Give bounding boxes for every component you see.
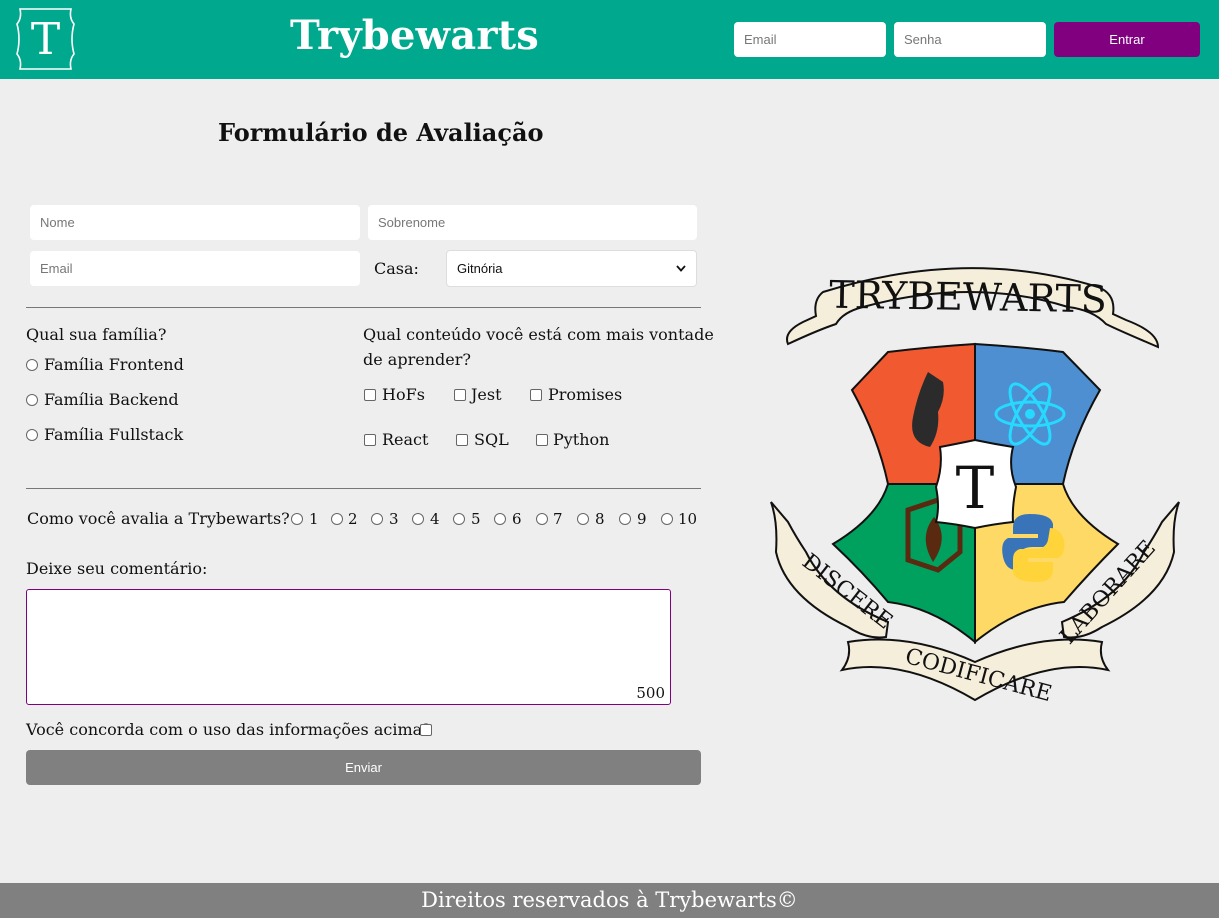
rating-radio-4[interactable] [412,513,424,525]
rating-radio-3[interactable] [371,513,383,525]
rating-label-3: 3 [389,510,399,528]
rating-label-9: 9 [637,510,647,528]
python-checkbox[interactable] [536,434,548,446]
python-label: Python [553,430,610,449]
agreement-checkbox[interactable] [420,724,432,736]
login-email-input[interactable] [734,22,886,57]
char-counter: 500 [636,684,665,702]
divider [26,307,701,308]
rating-label-7: 7 [553,510,563,528]
family-fullstack-radio[interactable] [26,429,38,441]
crest-letter: T [956,454,995,522]
rating-label-2: 2 [348,510,358,528]
comment-textarea[interactable]: 500 [26,589,671,705]
house-label: Casa: [374,259,419,278]
family-question: Qual sua família? [26,325,167,344]
rating-radio-9[interactable] [619,513,631,525]
hofs-label: HoFs [382,385,425,404]
rating-radio-10[interactable] [661,513,673,525]
agreement-label: Você concorda com o uso das informações … [26,720,431,739]
rating-radio-7[interactable] [536,513,548,525]
rating-label-6: 6 [512,510,522,528]
login-button[interactable]: Entrar [1054,22,1200,57]
promises-checkbox[interactable] [530,389,542,401]
form-title: Formulário de Avaliação [218,118,544,147]
house-select-value: Gitnória [457,261,503,276]
content-question-line1: Qual conteúdo você está com mais vontade [363,325,714,344]
jest-label: Jest [471,385,502,404]
rating-radio-6[interactable] [494,513,506,525]
react-checkbox[interactable] [364,434,376,446]
name-input[interactable] [30,205,360,240]
content-question-line2: de aprender? [363,350,471,369]
react-label: React [382,430,429,449]
rating-radio-5[interactable] [453,513,465,525]
lastname-input[interactable] [368,205,697,240]
rating-radio-8[interactable] [577,513,589,525]
trybewarts-logo: T [16,8,75,70]
jest-checkbox[interactable] [454,389,466,401]
family-frontend-label: Família Frontend [44,355,184,374]
rating-question: Como você avalia a Trybewarts? [27,509,290,528]
family-fullstack-label: Família Fullstack [44,425,184,444]
email-input[interactable] [30,251,360,286]
logo-letter: T [31,14,60,65]
rating-label-1: 1 [309,510,319,528]
rating-label-5: 5 [471,510,481,528]
rating-label-8: 8 [595,510,605,528]
footer-text: Direitos reservados à Trybewarts© [421,888,798,912]
submit-button[interactable]: Enviar [26,750,701,785]
divider [26,488,701,489]
chevron-down-icon [676,265,686,272]
site-title: Trybewarts [290,12,540,59]
family-backend-label: Família Backend [44,390,179,409]
footer: Direitos reservados à Trybewarts© [0,883,1219,918]
comment-label: Deixe seu comentário: [26,559,208,578]
login-password-input[interactable] [894,22,1046,57]
sql-label: SQL [474,430,509,449]
sql-checkbox[interactable] [456,434,468,446]
rating-radio-1[interactable] [291,513,303,525]
rating-label-4: 4 [430,510,440,528]
hofs-checkbox[interactable] [364,389,376,401]
header: T Trybewarts Entrar [0,0,1219,79]
crest-title: TRYBEWARTS [829,273,1107,322]
trybewarts-crest-image: TRYBEWARTS T DISCERE LABORARE CODIFICARE [770,267,1180,704]
rating-radio-2[interactable] [331,513,343,525]
house-select[interactable]: Gitnória [446,250,697,287]
rating-label-10: 10 [678,510,698,528]
family-frontend-radio[interactable] [26,359,38,371]
family-backend-radio[interactable] [26,394,38,406]
promises-label: Promises [548,385,623,404]
